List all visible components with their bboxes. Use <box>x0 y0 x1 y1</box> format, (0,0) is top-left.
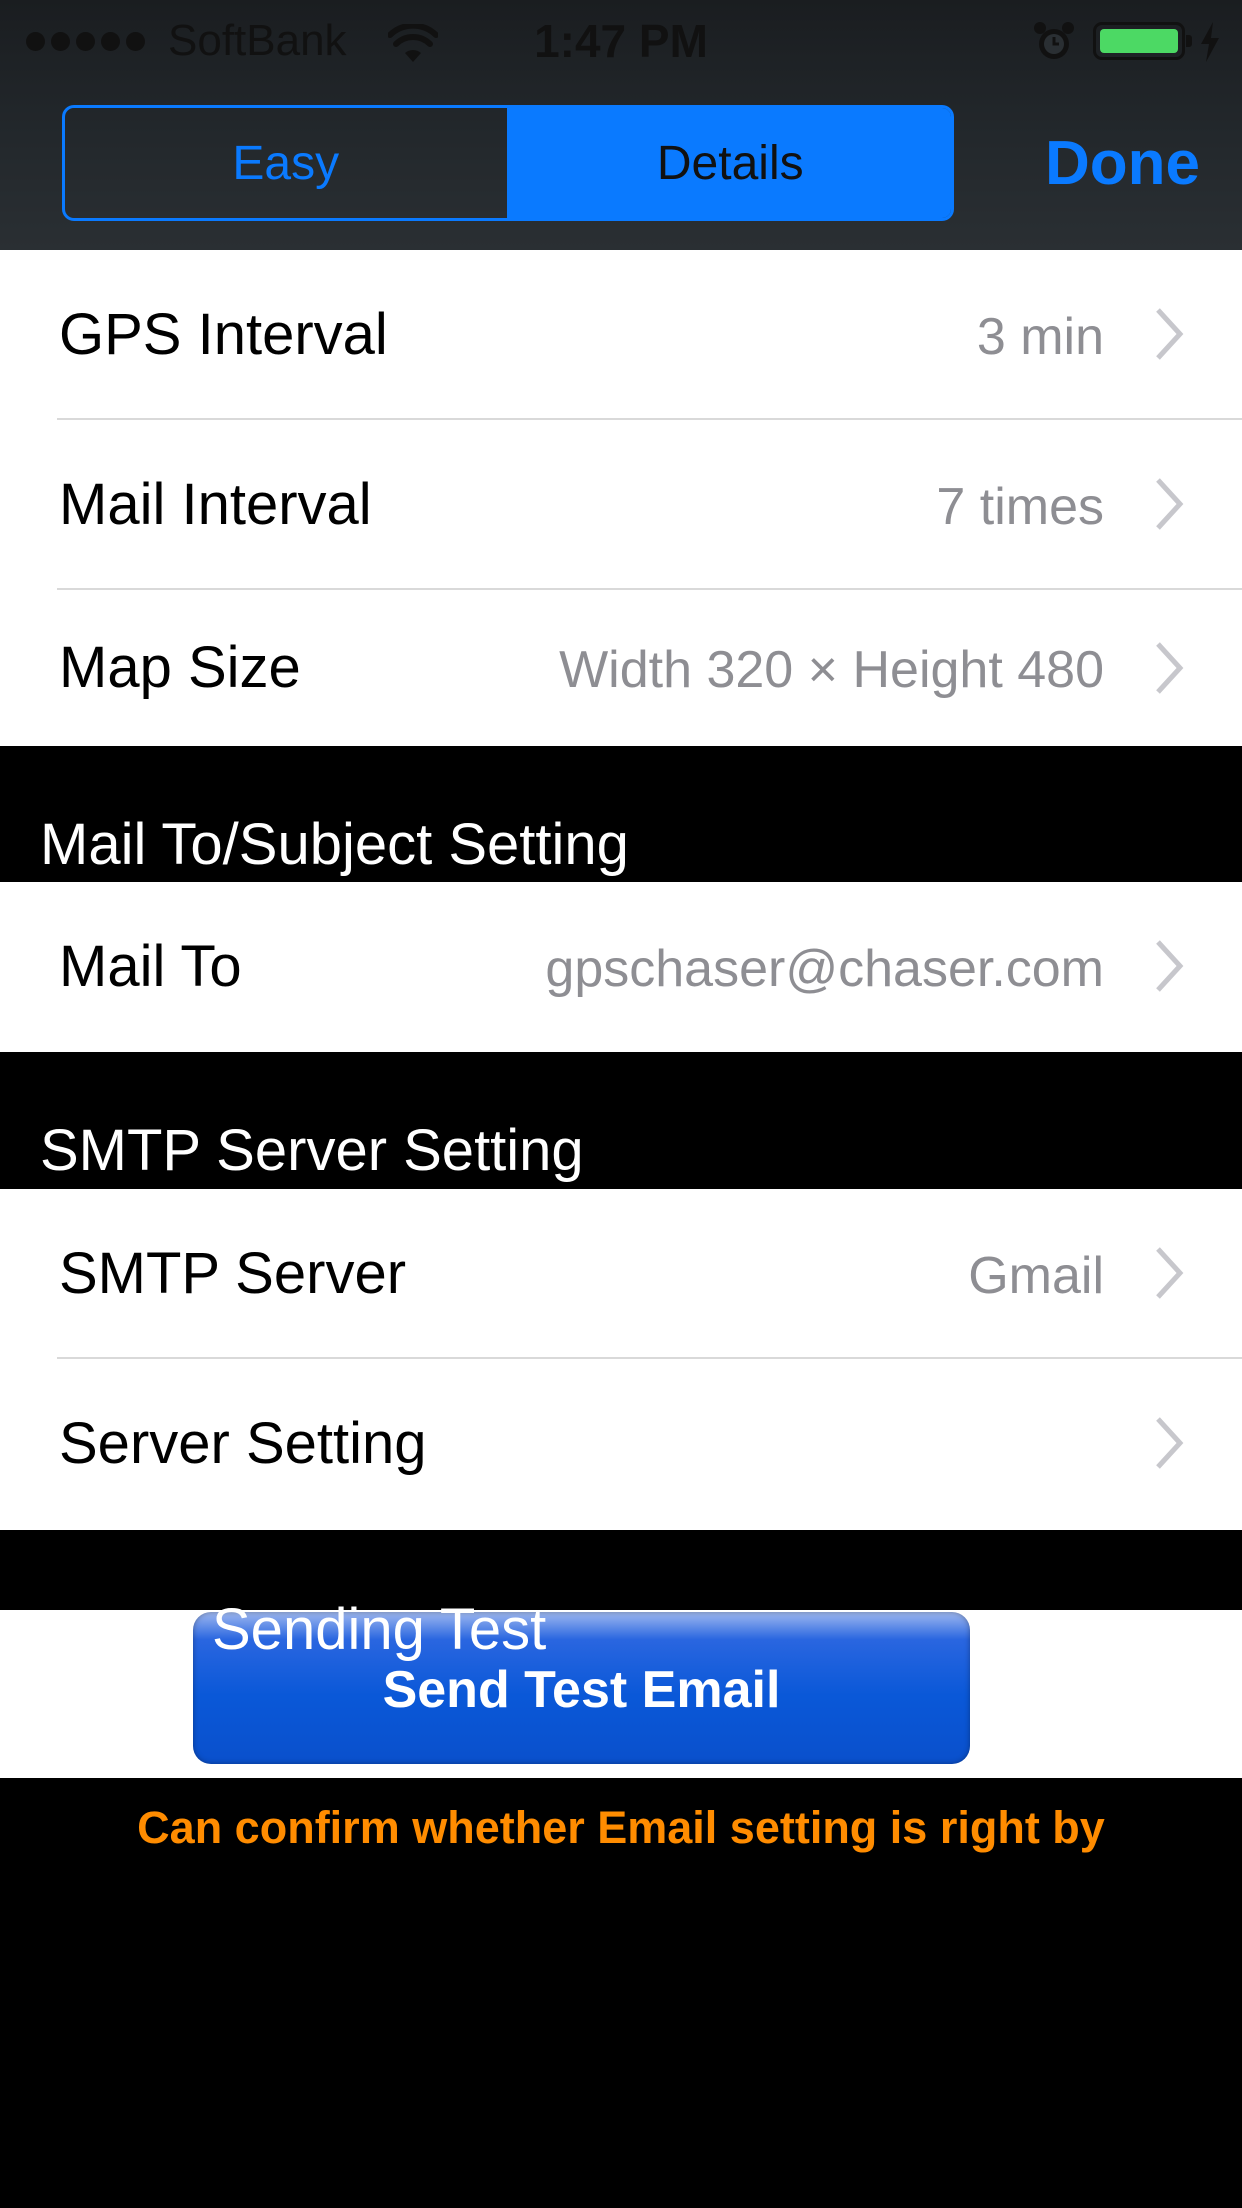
smtp-group: SMTP Server Gmail Server Setting <box>0 1189 1242 1530</box>
mail-to-label: Mail To <box>59 934 242 999</box>
navigation-bar: SoftBank 1:47 PM Easy Details Done <box>0 0 1242 250</box>
map-size-row[interactable]: Map Size Width 320 × Height 480 <box>0 590 1242 746</box>
mode-segmented-control[interactable]: Easy Details <box>62 105 954 221</box>
server-setting-row[interactable]: Server Setting <box>0 1359 1242 1529</box>
alarm-icon <box>1034 22 1074 59</box>
mail-interval-label: Mail Interval <box>59 472 372 537</box>
mail-to-row[interactable]: Mail To gpschaser@chaser.com <box>0 882 1242 1052</box>
section-header-mail-to-subject: Mail To/Subject Setting <box>40 812 629 877</box>
section-header-smtp: SMTP Server Setting <box>40 1118 584 1183</box>
chevron-right-icon <box>1156 940 1184 992</box>
mail-to-value: gpschaser@chaser.com <box>545 940 1104 998</box>
segment-easy[interactable]: Easy <box>65 108 510 218</box>
chevron-right-icon <box>1156 1417 1184 1469</box>
map-size-label: Map Size <box>59 635 301 700</box>
chevron-right-icon <box>1156 642 1184 694</box>
gps-interval-value: 3 min <box>976 308 1104 366</box>
gps-interval-row[interactable]: GPS Interval 3 min <box>0 250 1242 420</box>
mail-to-group: Mail To gpschaser@chaser.com <box>0 882 1242 1052</box>
send-test-email-label[interactable]: Send Test Email <box>193 1660 970 1720</box>
charging-bolt-icon <box>1201 22 1219 62</box>
section-header-sending-test: Sending Test <box>212 1597 547 1662</box>
chevron-right-icon <box>1156 308 1184 360</box>
status-bar: SoftBank 1:47 PM <box>0 0 1242 82</box>
gps-interval-label: GPS Interval <box>59 302 388 367</box>
map-size-value: Width 320 × Height 480 <box>559 641 1104 699</box>
chevron-right-icon <box>1156 478 1184 530</box>
server-setting-label: Server Setting <box>59 1411 427 1476</box>
test-email-hint: Can confirm whether Email setting is rig… <box>137 1802 1105 1853</box>
chevron-right-icon <box>1156 1247 1184 1299</box>
mail-interval-row[interactable]: Mail Interval 7 times <box>0 420 1242 590</box>
mail-interval-value: 7 times <box>936 478 1104 536</box>
smtp-server-value: Gmail <box>968 1247 1104 1305</box>
done-button[interactable]: Done <box>1045 128 1200 199</box>
interval-settings-group: GPS Interval 3 min Mail Interval 7 times… <box>0 250 1242 746</box>
smtp-server-row[interactable]: SMTP Server Gmail <box>0 1189 1242 1359</box>
battery-icon <box>1093 22 1192 60</box>
smtp-server-label: SMTP Server <box>59 1241 407 1306</box>
segment-details[interactable]: Details <box>509 108 951 218</box>
